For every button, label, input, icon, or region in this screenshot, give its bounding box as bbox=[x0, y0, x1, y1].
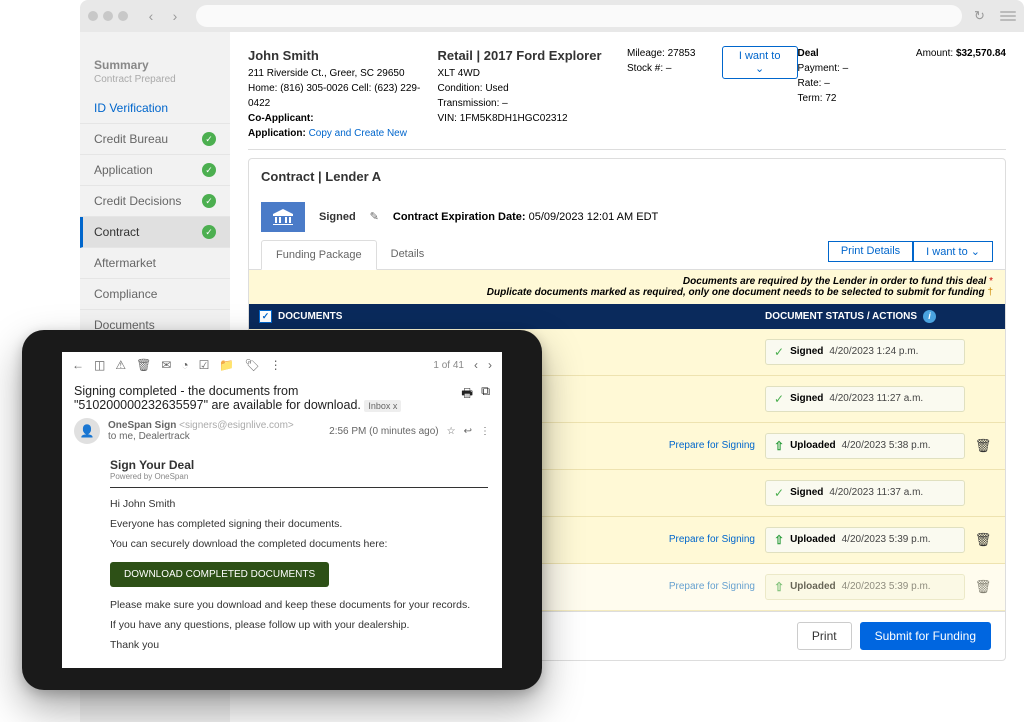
window-dot[interactable] bbox=[103, 11, 113, 21]
i-want-to-button[interactable]: I want to ⌄ bbox=[913, 241, 993, 262]
sidebar-item-credit-bureau[interactable]: Credit Bureau✓ bbox=[80, 124, 230, 155]
clock-icon[interactable]: ◔ bbox=[181, 358, 188, 372]
more-icon[interactable]: ⋮ bbox=[480, 426, 490, 437]
edit-icon[interactable]: ✎ bbox=[370, 210, 379, 223]
back-icon[interactable]: ← bbox=[72, 358, 84, 372]
avatar: 👤 bbox=[74, 418, 100, 444]
sidebar-item-id[interactable]: ID Verification bbox=[80, 93, 230, 124]
archive-icon[interactable]: ◫ bbox=[94, 358, 105, 372]
prepare-signing-link[interactable]: Prepare for Signing bbox=[669, 440, 755, 451]
upload-icon: ⇧ bbox=[774, 439, 784, 453]
tablet-frame: ← ◫ ⚠ 🗑 ✉ ◔ ☑ 📁 🏷 ⋮ 1 of 41 ‹ › Signing … bbox=[22, 330, 542, 690]
next-icon[interactable]: › bbox=[488, 358, 492, 372]
download-documents-button[interactable]: DOWNLOAD COMPLETED DOCUMENTS bbox=[110, 562, 329, 587]
sidebar-item-contract[interactable]: Contract✓ bbox=[80, 217, 230, 248]
email-from: 👤 OneSpan Sign <signers@esignlive.com> t… bbox=[62, 414, 502, 448]
copy-create-link[interactable]: Copy and Create New bbox=[309, 128, 407, 139]
upload-icon: ⇧ bbox=[774, 533, 784, 547]
customer-address: 211 Riverside Ct., Greer, SC 29650 bbox=[248, 66, 438, 81]
browser-bar: ‹ › ↻ bbox=[80, 0, 1024, 32]
sidebar-item-credit-decisions[interactable]: Credit Decisions✓ bbox=[80, 186, 230, 217]
reply-icon[interactable]: ↩ bbox=[464, 426, 472, 437]
email-subject: Signing completed - the documents from"5… bbox=[62, 378, 502, 414]
mail-icon[interactable]: ✉ bbox=[161, 358, 171, 372]
check-icon: ✓ bbox=[202, 194, 216, 208]
sidebar-item-aftermarket[interactable]: Aftermarket bbox=[80, 248, 230, 279]
print-details-button[interactable]: Print Details bbox=[828, 241, 913, 262]
star-icon[interactable]: ☆ bbox=[447, 426, 456, 437]
prepare-signing-link[interactable]: Prepare for Signing bbox=[669, 534, 755, 545]
sidebar-item-application[interactable]: Application✓ bbox=[80, 155, 230, 186]
tab-funding[interactable]: Funding Package bbox=[261, 240, 377, 270]
info-icon[interactable]: i bbox=[923, 310, 936, 323]
warning-banner: Documents are required by the Lender in … bbox=[249, 270, 1005, 304]
customer-phones: Home: (816) 305-0026 Cell: (623) 229-042… bbox=[248, 81, 438, 111]
open-icon[interactable]: ⧉ bbox=[481, 384, 490, 399]
check-icon: ✓ bbox=[202, 225, 216, 239]
print-icon[interactable]: 🖶 bbox=[461, 384, 473, 405]
more-icon[interactable]: ⋮ bbox=[270, 358, 282, 372]
application-row: Application: Copy and Create New bbox=[248, 126, 438, 141]
submit-funding-button[interactable]: Submit for Funding bbox=[860, 622, 991, 650]
select-all-checkbox[interactable]: ✓ bbox=[259, 310, 272, 323]
menu-icon[interactable] bbox=[1000, 11, 1016, 21]
trash-icon[interactable]: 🗑 bbox=[971, 438, 995, 454]
email-body: Sign Your Deal Powered by OneSpan Hi Joh… bbox=[62, 448, 502, 665]
email-counter: 1 of 41 bbox=[433, 360, 464, 371]
coapplicant: Co-Applicant: bbox=[248, 111, 438, 126]
prepare-signing-link[interactable]: Prepare for Signing bbox=[669, 581, 755, 592]
signed-label: Signed bbox=[319, 211, 356, 223]
table-header: ✓ DOCUMENTS DOCUMENT STATUS / ACTIONS i bbox=[249, 304, 1005, 329]
email-toolbar: ← ◫ ⚠ 🗑 ✉ ◔ ☑ 📁 🏷 ⋮ 1 of 41 ‹ › bbox=[62, 352, 502, 378]
sidebar-sub: Contract Prepared bbox=[80, 74, 230, 93]
check-icon: ✓ bbox=[202, 163, 216, 177]
back-icon[interactable]: ‹ bbox=[142, 7, 160, 25]
refresh-icon[interactable]: ↻ bbox=[974, 8, 990, 24]
vehicle-title: Retail | 2017 Ford Explorer bbox=[438, 46, 628, 66]
report-icon[interactable]: ⚠ bbox=[115, 358, 126, 372]
deal-header: John Smith 211 Riverside Ct., Greer, SC … bbox=[248, 46, 1006, 150]
window-dot[interactable] bbox=[88, 11, 98, 21]
bank-icon bbox=[261, 202, 305, 232]
customer-name: John Smith bbox=[248, 46, 438, 66]
sidebar-header: Summary bbox=[80, 50, 230, 74]
check-icon: ✓ bbox=[774, 486, 784, 500]
forward-icon[interactable]: › bbox=[166, 7, 184, 25]
url-bar[interactable] bbox=[196, 5, 962, 27]
prev-icon[interactable]: ‹ bbox=[474, 358, 478, 372]
trash-icon[interactable]: 🗑 bbox=[971, 532, 995, 548]
sidebar-item-compliance[interactable]: Compliance bbox=[80, 279, 230, 310]
email-client: ← ◫ ⚠ 🗑 ✉ ◔ ☑ 📁 🏷 ⋮ 1 of 41 ‹ › Signing … bbox=[62, 352, 502, 668]
label-icon[interactable]: 🏷 bbox=[244, 358, 259, 372]
folder-icon[interactable]: 📁 bbox=[219, 358, 234, 372]
check-icon: ✓ bbox=[774, 345, 784, 359]
upload-icon: ⇧ bbox=[774, 580, 784, 594]
task-icon[interactable]: ☑ bbox=[199, 358, 210, 372]
i-want-to-button[interactable]: I want to ⌄ bbox=[722, 46, 798, 79]
check-icon: ✓ bbox=[202, 132, 216, 146]
print-button[interactable]: Print bbox=[797, 622, 852, 650]
panel-title: Contract | Lender A bbox=[249, 159, 1005, 194]
trash-icon[interactable]: 🗑 bbox=[971, 579, 995, 595]
inbox-tag[interactable]: Inbox x bbox=[364, 400, 401, 412]
window-dot[interactable] bbox=[118, 11, 128, 21]
check-icon: ✓ bbox=[774, 392, 784, 406]
tab-details[interactable]: Details bbox=[377, 240, 439, 268]
delete-icon[interactable]: 🗑 bbox=[136, 358, 151, 372]
